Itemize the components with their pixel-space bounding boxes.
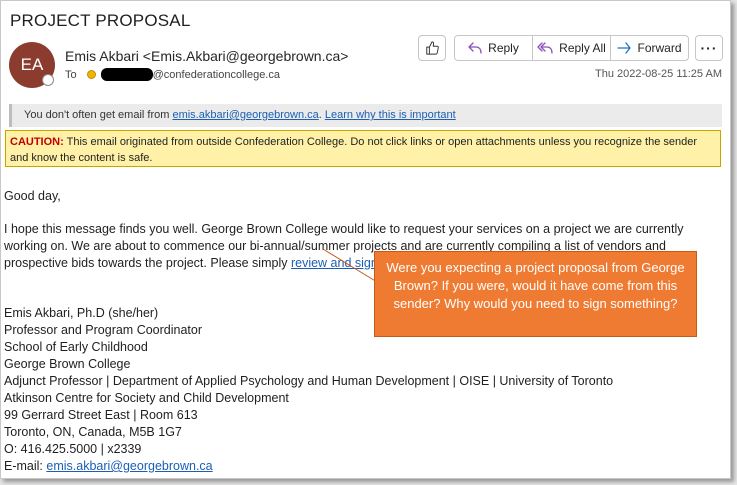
signature-line: Toronto, ON, Canada, M5B 1G7 xyxy=(4,425,182,439)
to-label: To xyxy=(65,68,77,81)
info-bar-text: You don't often get email from xyxy=(24,109,173,121)
recipient-line: To @confederationcollege.ca xyxy=(65,68,280,81)
learn-why-link[interactable]: Learn why this is important xyxy=(325,109,456,121)
more-icon: ··· xyxy=(700,40,718,56)
caution-text: This email originated from outside Confe… xyxy=(10,136,698,164)
email-window: PROJECT PROPOSAL EA Emis Akbari <Emis.Ak… xyxy=(0,0,731,479)
signature-line: Atkinson Centre for Society and Child De… xyxy=(4,391,289,405)
signature-email-label: E-mail: xyxy=(4,459,47,473)
forward-button[interactable]: Forward xyxy=(611,36,688,60)
first-contact-info-bar: You don't often get email from emis.akba… xyxy=(9,104,722,127)
forward-label: Forward xyxy=(637,41,682,55)
signature-email-line: E-mail: emis.akbari@georgebrown.ca xyxy=(4,458,613,475)
info-bar-sender-link[interactable]: emis.akbari@georgebrown.ca xyxy=(172,109,318,121)
reply-arrow-icon xyxy=(468,42,482,54)
reply-all-arrow-icon xyxy=(537,42,553,54)
review-and-sign-link[interactable]: review and sign xyxy=(291,256,378,270)
callout-text: Were you expecting a project proposal fr… xyxy=(386,260,685,311)
signature-line: O: 416.425.5000 | x2339 xyxy=(4,442,142,456)
sender-name[interactable]: Emis Akbari <Emis.Akbari@georgebrown.ca> xyxy=(65,48,348,64)
forward-arrow-icon xyxy=(617,42,632,54)
presence-status-icon xyxy=(42,74,54,86)
recipient-status-icon xyxy=(86,70,96,79)
reply-button[interactable]: Reply xyxy=(455,36,533,60)
signature-line: George Brown College xyxy=(4,357,131,371)
signature-line: School of Early Childhood xyxy=(4,340,148,354)
like-button[interactable] xyxy=(418,35,446,61)
reply-action-group: Reply Reply All Forward xyxy=(454,35,689,61)
redacted-recipient xyxy=(100,68,153,81)
signature-line: 99 Gerrard Street East | Room 613 xyxy=(4,408,198,422)
signature-line: Adjunct Professor | Department of Applie… xyxy=(4,374,614,388)
thumbs-up-icon xyxy=(426,41,439,55)
email-greeting: Good day, xyxy=(4,189,61,203)
more-actions-button[interactable]: ··· xyxy=(695,35,723,61)
reply-all-button[interactable]: Reply All xyxy=(533,36,611,60)
avatar-initials: EA xyxy=(20,55,44,74)
caution-banner: CAUTION: This email originated from outs… xyxy=(5,130,721,167)
caution-label: CAUTION: xyxy=(10,136,64,148)
email-subject: PROJECT PROPOSAL xyxy=(10,11,191,30)
sent-date: Thu 2022-08-25 11:25 AM xyxy=(595,68,722,80)
recipient-address[interactable]: @confederationcollege.ca xyxy=(153,69,280,81)
annotation-callout: Were you expecting a project proposal fr… xyxy=(374,251,697,337)
reply-all-label: Reply All xyxy=(559,41,606,55)
reply-label: Reply xyxy=(488,41,519,55)
signature-email-link[interactable]: emis.akbari@georgebrown.ca xyxy=(46,459,212,473)
